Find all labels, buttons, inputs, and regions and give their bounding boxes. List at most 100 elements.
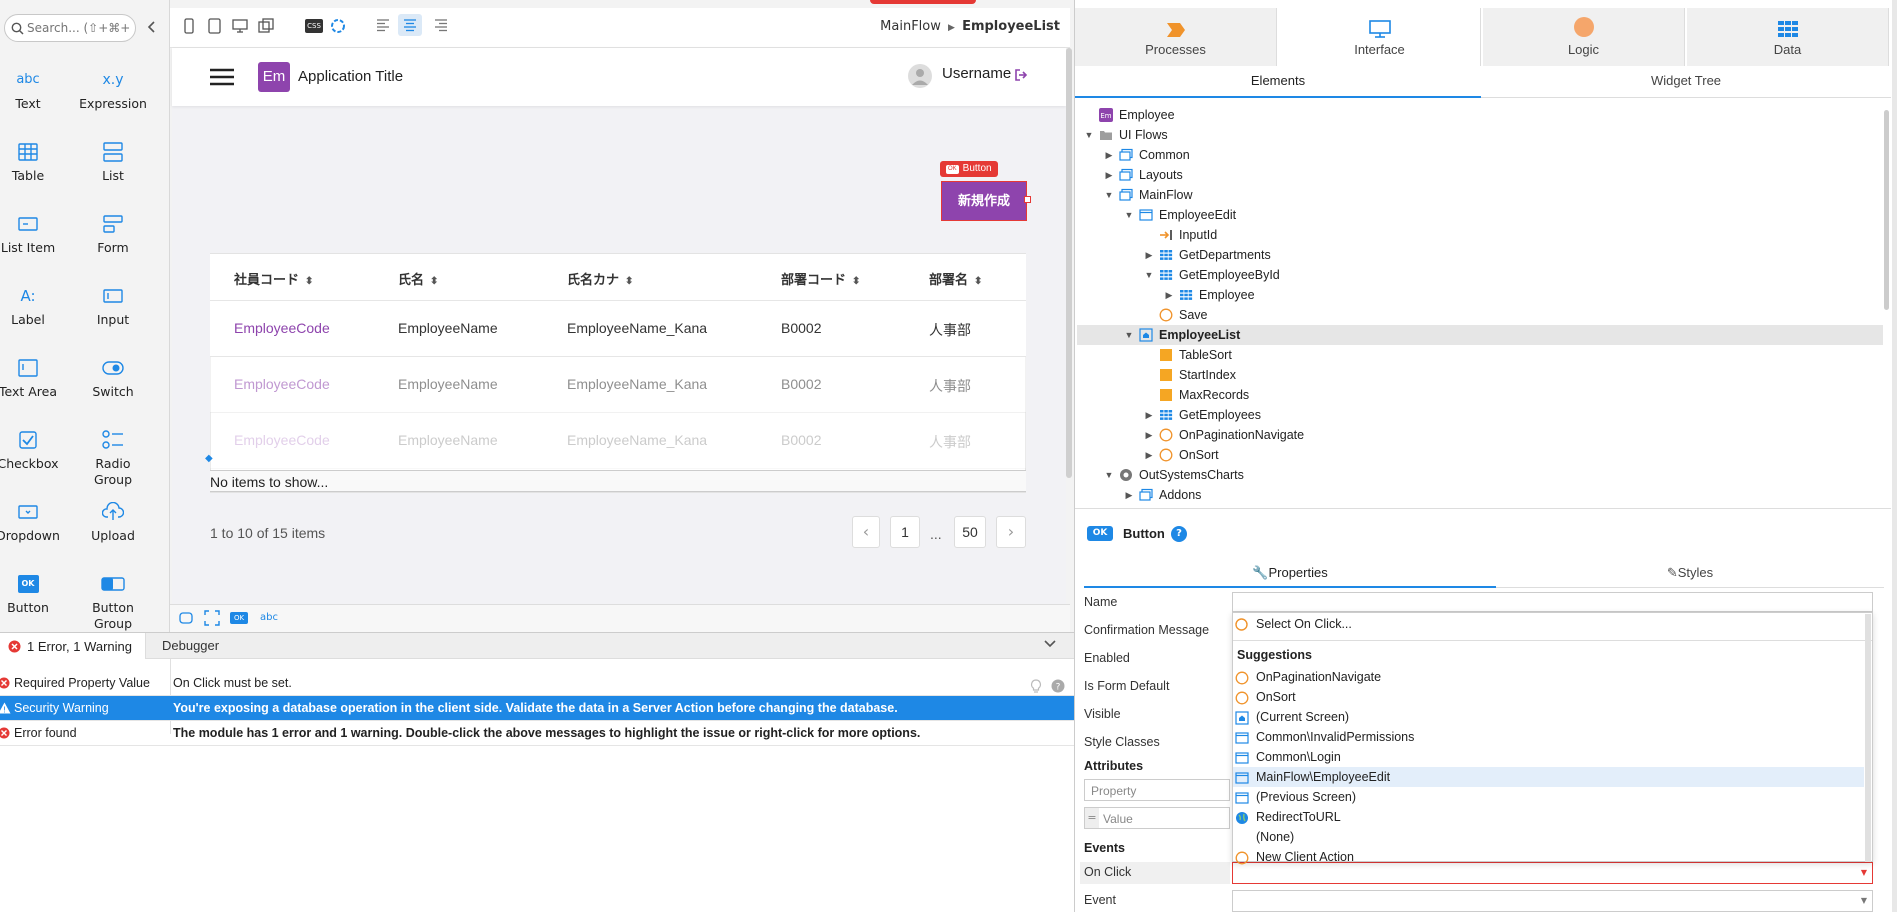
search-input[interactable] [27, 19, 131, 37]
tree-item[interactable]: ▶ GetEmployees [1143, 405, 1261, 425]
dropdown-option[interactable]: (None) [1235, 827, 1294, 847]
tree-item[interactable]: ▼ MainFlow [1103, 185, 1193, 205]
tab-widget-tree[interactable]: Widget Tree [1481, 66, 1891, 98]
table-row[interactable]: EmployeeCode EmployeeName EmployeeName_Kan… [210, 301, 1026, 357]
help-icon[interactable]: ? [1171, 526, 1187, 542]
help-icon[interactable]: ? [1051, 679, 1065, 693]
table-row[interactable]: EmployeeCode EmployeeName EmployeeName_Kan… [210, 413, 1026, 469]
attribute-value-input[interactable]: = Value [1084, 807, 1230, 829]
tree-scrollbar[interactable] [1884, 110, 1889, 310]
multi-view-icon[interactable] [258, 18, 274, 34]
tool-checkbox[interactable]: Checkbox [0, 426, 63, 472]
table-row[interactable]: EmployeeCode EmployeeName EmployeeName_Kan… [210, 357, 1026, 413]
collapse-arrow-icon[interactable]: ▼ [1143, 270, 1155, 280]
column-header[interactable]: 社員コード ⬍ [234, 269, 313, 288]
tree-item[interactable]: ▶ Addons [1123, 485, 1202, 505]
tree-item[interactable]: ▼ EmployeeList [1123, 325, 1241, 345]
event-select[interactable]: ▼ [1232, 890, 1873, 912]
expand-arrow-icon[interactable]: ▶ [1103, 150, 1115, 161]
lightbulb-icon[interactable] [1030, 679, 1042, 693]
expand-arrow-icon[interactable]: ▶ [1143, 250, 1155, 261]
tree-item[interactable]: MaxRecords [1143, 385, 1249, 405]
pagination-next-button[interactable]: › [996, 516, 1026, 548]
expand-arrow-icon[interactable]: ▶ [1123, 490, 1135, 501]
tree-item[interactable]: InputId [1143, 225, 1217, 245]
align-right-icon[interactable] [434, 18, 448, 32]
dropdown-option[interactable]: MainFlow\EmployeeEdit [1235, 767, 1390, 787]
expand-arrow-icon[interactable]: ▶ [1143, 430, 1155, 441]
tab-interface[interactable]: Interface [1279, 8, 1481, 66]
logout-icon[interactable] [1014, 68, 1028, 82]
tab-elements[interactable]: Elements [1075, 66, 1481, 98]
collapse-arrow-icon[interactable]: ▼ [1123, 330, 1135, 340]
tool-text-area[interactable]: Text Area [0, 354, 63, 400]
tree-item[interactable]: ▶ OnSort [1143, 445, 1219, 465]
tool-button-group[interactable]: Button Group [78, 570, 148, 632]
tab-processes[interactable]: Processes [1075, 8, 1277, 66]
tool-label[interactable]: A: Label [0, 282, 63, 328]
table-cell[interactable]: EmployeeCode [234, 376, 330, 392]
tree-item[interactable]: ▶ Layouts [1103, 165, 1183, 185]
expand-arrow-icon[interactable]: ▶ [1103, 170, 1115, 181]
tab-styles[interactable]: ✎Styles [1496, 560, 1884, 588]
chevron-down-icon[interactable] [1044, 639, 1056, 649]
tool-list[interactable]: List [78, 138, 148, 184]
column-header[interactable]: 部署コード ⬍ [781, 269, 860, 288]
toolbox-search[interactable] [4, 14, 136, 42]
widget-selector-icon[interactable] [178, 611, 194, 625]
dropdown-option[interactable]: RedirectToURL [1235, 807, 1341, 827]
tab-logic[interactable]: Logic [1483, 8, 1685, 66]
collapse-arrow-icon[interactable]: ▼ [1083, 130, 1095, 140]
desktop-view-icon[interactable] [232, 18, 248, 34]
collapse-arrow-icon[interactable]: ▼ [1103, 190, 1115, 200]
tablet-view-icon[interactable] [208, 18, 221, 34]
tree-item[interactable]: ▶ OnPaginationNavigate [1143, 425, 1305, 445]
text-widget-icon[interactable]: abc [260, 612, 278, 623]
tool-form[interactable]: Form [78, 210, 148, 256]
dropdown-option[interactable]: Common\Login [1235, 747, 1341, 767]
pagination-prev-button[interactable]: ‹ [852, 516, 880, 548]
error-row[interactable]: ! Security Warning You're exposing a datab… [0, 696, 1074, 721]
dropdown-option[interactable]: (Previous Screen) [1235, 787, 1356, 807]
tree-item[interactable]: ▼ GetEmployeeById [1143, 265, 1280, 285]
resize-handle[interactable] [1024, 196, 1031, 203]
table-cell[interactable]: EmployeeCode [234, 320, 330, 336]
tree-item[interactable]: ▶ Common [1103, 145, 1190, 165]
tree-item[interactable]: StartIndex [1143, 365, 1236, 385]
tool-upload[interactable]: Upload [78, 498, 148, 544]
tool-switch[interactable]: Switch [78, 354, 148, 400]
username[interactable]: Username [942, 65, 1011, 82]
tool-button[interactable]: OK Button [0, 570, 63, 616]
css-icon[interactable]: CSS [305, 19, 323, 33]
tab-errors[interactable]: 1 Error, 1 Warning [0, 633, 146, 659]
tree-item[interactable]: TableSort [1143, 345, 1232, 365]
tab-debugger[interactable]: Debugger [162, 638, 219, 653]
dropdown-option[interactable]: New Client Action [1235, 847, 1354, 867]
tree-item[interactable]: ▶ GetDepartments [1143, 245, 1271, 265]
tree-item[interactable]: ▼ EmployeeEdit [1123, 205, 1237, 225]
dropdown-option[interactable]: OnSort [1235, 687, 1296, 707]
tool-table[interactable]: Table [0, 138, 63, 184]
dropdown-option[interactable]: OnPaginationNavigate [1235, 667, 1381, 687]
align-left-icon[interactable] [376, 18, 390, 32]
dropdown-option[interactable]: Common\InvalidPermissions [1235, 727, 1414, 747]
collapse-arrow-icon[interactable]: ▼ [1103, 470, 1115, 480]
error-row[interactable]: Required Property Value On Click must be … [0, 671, 1074, 696]
tool-radio-group[interactable]: Radio Group [78, 426, 148, 488]
canvas-scrollbar[interactable] [1066, 48, 1072, 478]
expand-arrow-icon[interactable]: ▶ [1143, 410, 1155, 421]
collapse-arrow-icon[interactable]: ▼ [1123, 210, 1135, 220]
tool-text[interactable]: abc Text [0, 66, 63, 112]
tree-item[interactable]: ▼ OutSystemsCharts [1103, 465, 1244, 485]
tab-properties[interactable]: 🔧Properties [1084, 560, 1496, 588]
tree-item[interactable]: Save [1143, 305, 1208, 325]
expand-arrow-icon[interactable]: ▶ [1163, 290, 1175, 301]
theme-icon[interactable] [330, 18, 346, 34]
column-header[interactable]: 部署名 ⬍ [929, 269, 982, 288]
new-create-button[interactable]: 新規作成 [941, 181, 1027, 221]
tree-item[interactable]: Em Employee [1083, 105, 1175, 125]
breadcrumb-parent[interactable]: MainFlow [880, 19, 941, 34]
error-row[interactable]: Error found The module has 1 error and 1 … [0, 721, 1074, 746]
attribute-property-input[interactable]: Property [1084, 779, 1230, 801]
pagination-page-first[interactable]: 1 [890, 516, 920, 548]
